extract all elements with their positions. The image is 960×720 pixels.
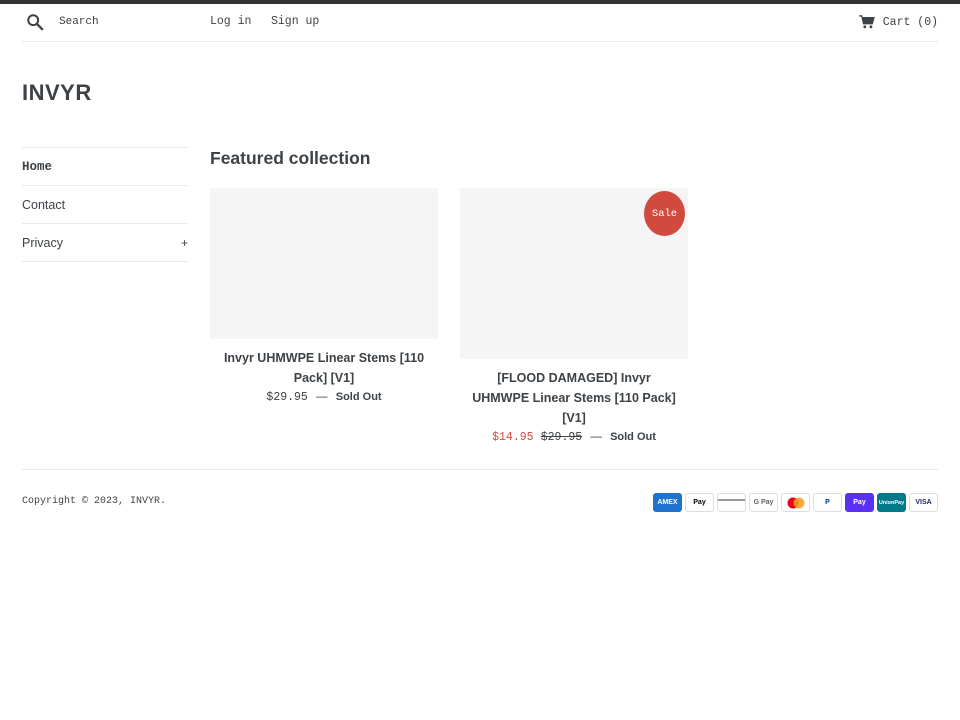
mastercard-icon [781,493,810,512]
sidebar-item-home[interactable]: Home [22,148,188,186]
expand-plus-icon[interactable]: + [181,236,188,250]
footer-divider [22,469,938,470]
pay-label: Pay [693,499,706,506]
product-title[interactable]: [FLOOD DAMAGED] Invyr UHMWPE Linear Stem… [460,368,688,428]
sidebar-item-contact[interactable]: Contact [22,186,188,224]
pay-label: AMEX [657,499,678,506]
sidebar-item-privacy[interactable]: Privacy + [22,224,188,262]
pay-label: G Pay [753,499,774,506]
pay-label: P [825,499,830,506]
sale-badge: Sale [644,191,685,236]
cart-label: Cart (0) [882,15,938,29]
site-header: Log in Sign up Cart (0) [22,4,938,42]
sidebar-item-label: Contact [22,197,66,212]
generic-card-icon [717,493,746,512]
payment-icons: AMEX Pay G Pay P Pay UnionPay VISA [653,493,938,512]
cart-icon [858,15,875,29]
signup-link[interactable]: Sign up [271,15,319,28]
site-logo[interactable]: INVYR [22,80,92,106]
product-title[interactable]: Invyr UHMWPE Linear Stems [110 Pack] [V1… [210,348,438,388]
product-compare-price: $29.95 [540,431,583,444]
paypal-icon: P [813,493,842,512]
google-pay-icon: G Pay [749,493,778,512]
apple-pay-icon: Pay [685,493,714,512]
sidebar-item-label: Home [22,159,53,174]
sidebar-item-label: Privacy [22,235,63,250]
product-image[interactable]: Sale [460,188,688,359]
product-image[interactable] [210,188,438,339]
price-separator: — [316,391,328,403]
union-pay-icon: UnionPay [877,493,906,512]
cart-link[interactable]: Cart (0) [858,13,938,31]
pay-label: Pay [853,499,866,506]
sold-out-label: Sold Out [610,431,656,443]
product-price-row: $14.95 $29.95 — Sold Out [460,428,688,447]
product-card[interactable]: Sale [FLOOD DAMAGED] Invyr UHMWPE Linear… [460,188,688,447]
pay-label: VISA [915,499,932,506]
shop-pay-icon: Pay [845,493,874,512]
login-link[interactable]: Log in [210,15,251,28]
search-input[interactable] [59,14,199,30]
mastercard-circles [787,497,804,508]
search-icon[interactable] [26,13,44,31]
sidebar-nav: Home Contact Privacy + [22,147,188,262]
product-price-row: $29.95 — Sold Out [210,388,438,407]
product-card[interactable]: Invyr UHMWPE Linear Stems [110 Pack] [V1… [210,188,438,407]
section-title: Featured collection [210,148,371,168]
pay-label: UnionPay [878,499,905,506]
sold-out-label: Sold Out [335,391,382,403]
price-separator: — [590,431,602,443]
amex-icon: AMEX [653,493,682,512]
copyright-text: Copyright © 2023, INVYR. [22,496,167,507]
product-price: $29.95 [266,391,308,404]
visa-icon: VISA [909,493,938,512]
product-sale-price: $14.95 [492,431,534,444]
